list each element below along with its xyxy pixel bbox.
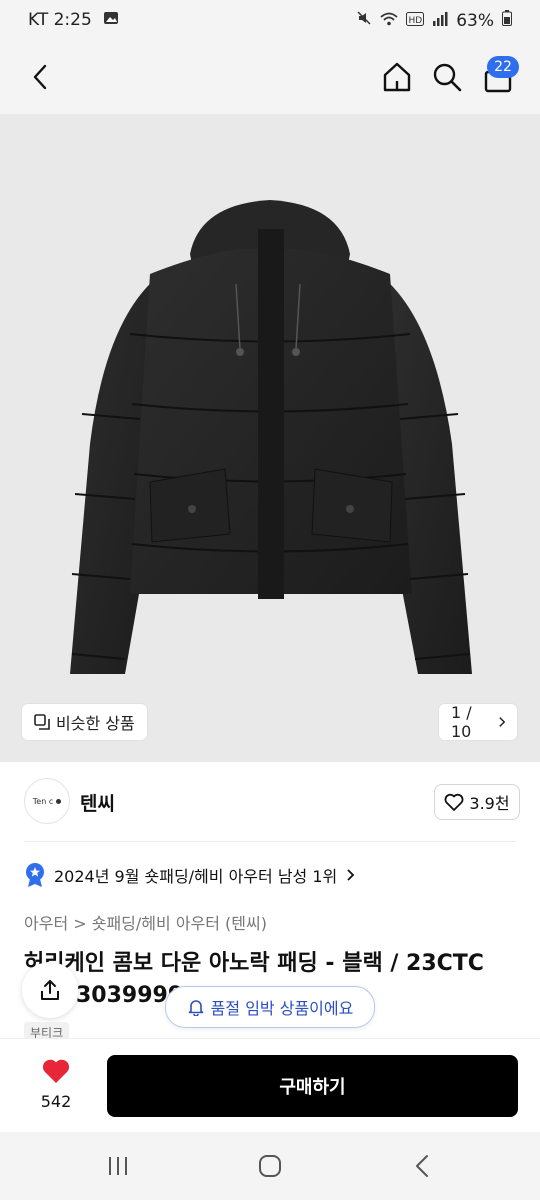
- status-left: KT 2:25: [28, 10, 119, 30]
- brand-name[interactable]: 텐씨: [80, 789, 115, 816]
- heart-outline-icon: [444, 793, 464, 811]
- chevron-right-icon: [347, 869, 355, 881]
- product-title-line1: 허리케인 콤보 다운 아노락 패딩 - 블랙 / 23CTC: [24, 951, 484, 976]
- signal-icon: [432, 11, 448, 31]
- status-right: HD 63%: [356, 10, 512, 31]
- similar-products-button[interactable]: 비슷한 상품: [22, 704, 147, 740]
- hd-icon: HD: [406, 11, 425, 31]
- jacket-image: [70, 200, 472, 674]
- heart-filled-icon: [42, 1059, 70, 1083]
- category-breadcrumb[interactable]: 아우터 > 숏패딩/헤비 아우터 (텐씨): [24, 910, 267, 934]
- chevron-right-icon: [499, 717, 505, 727]
- brand-logo[interactable]: Ten c: [24, 778, 70, 824]
- ranking-medal-icon: [26, 863, 44, 887]
- similar-products-label: 비슷한 상품: [56, 714, 135, 733]
- battery-level: 63%: [456, 10, 494, 31]
- system-navigation-bar: [0, 1132, 540, 1200]
- mute-icon: [356, 10, 372, 31]
- soldout-soon-text: 품절 임박 상품이에요: [210, 999, 354, 1018]
- home-circle-icon: [259, 1155, 281, 1177]
- home-icon: [383, 62, 411, 92]
- search-icon: [433, 63, 462, 92]
- chevron-left-icon: [33, 64, 47, 90]
- cart-count-badge: 22: [487, 56, 519, 78]
- back-nav-button[interactable]: [404, 1152, 440, 1180]
- recent-apps-icon: [109, 1157, 127, 1175]
- ranking-text: 2024년 9월 숏패딩/헤비 아우터 남성 1위: [54, 867, 338, 886]
- bell-icon: [188, 1000, 203, 1016]
- recent-apps-button[interactable]: [100, 1152, 136, 1180]
- wifi-icon: [380, 11, 398, 31]
- carrier-time: KT 2:25: [28, 10, 92, 30]
- battery-icon: [502, 10, 512, 31]
- gallery-notification-icon: [103, 10, 119, 30]
- brand-like-button[interactable]: 3.9천: [434, 784, 520, 820]
- buy-button[interactable]: 구매하기: [107, 1055, 518, 1117]
- soldout-soon-notice[interactable]: 품절 임박 상품이에요: [165, 986, 375, 1028]
- brand-like-count: 3.9천: [469, 794, 510, 813]
- divider: [24, 841, 516, 842]
- image-page-indicator[interactable]: 1 / 10: [439, 703, 517, 741]
- home-nav-button[interactable]: [252, 1152, 288, 1180]
- wishlist-count: 542: [40, 1092, 72, 1111]
- back-button[interactable]: [24, 58, 56, 96]
- product-image-carousel[interactable]: 비슷한 상품 1 / 10: [0, 114, 540, 762]
- svg-text:HD: HD: [409, 16, 423, 26]
- copy-icon: [34, 714, 50, 730]
- home-button[interactable]: [378, 58, 416, 96]
- share-button[interactable]: [22, 962, 78, 1018]
- share-icon: [41, 980, 59, 1000]
- brand-logo-text: Ten c: [32, 796, 54, 806]
- app-header: 22: [0, 40, 540, 114]
- status-bar: KT 2:25 HD 63%: [0, 0, 540, 40]
- wishlist-button[interactable]: 542: [28, 1058, 84, 1111]
- search-button[interactable]: [428, 58, 466, 96]
- page-indicator-text: 1 / 10: [451, 703, 472, 741]
- brand-logo-dot: [56, 798, 62, 804]
- back-arrow-icon: [416, 1155, 428, 1177]
- ranking-link[interactable]: 2024년 9월 숏패딩/헤비 아우터 남성 1위: [24, 862, 355, 888]
